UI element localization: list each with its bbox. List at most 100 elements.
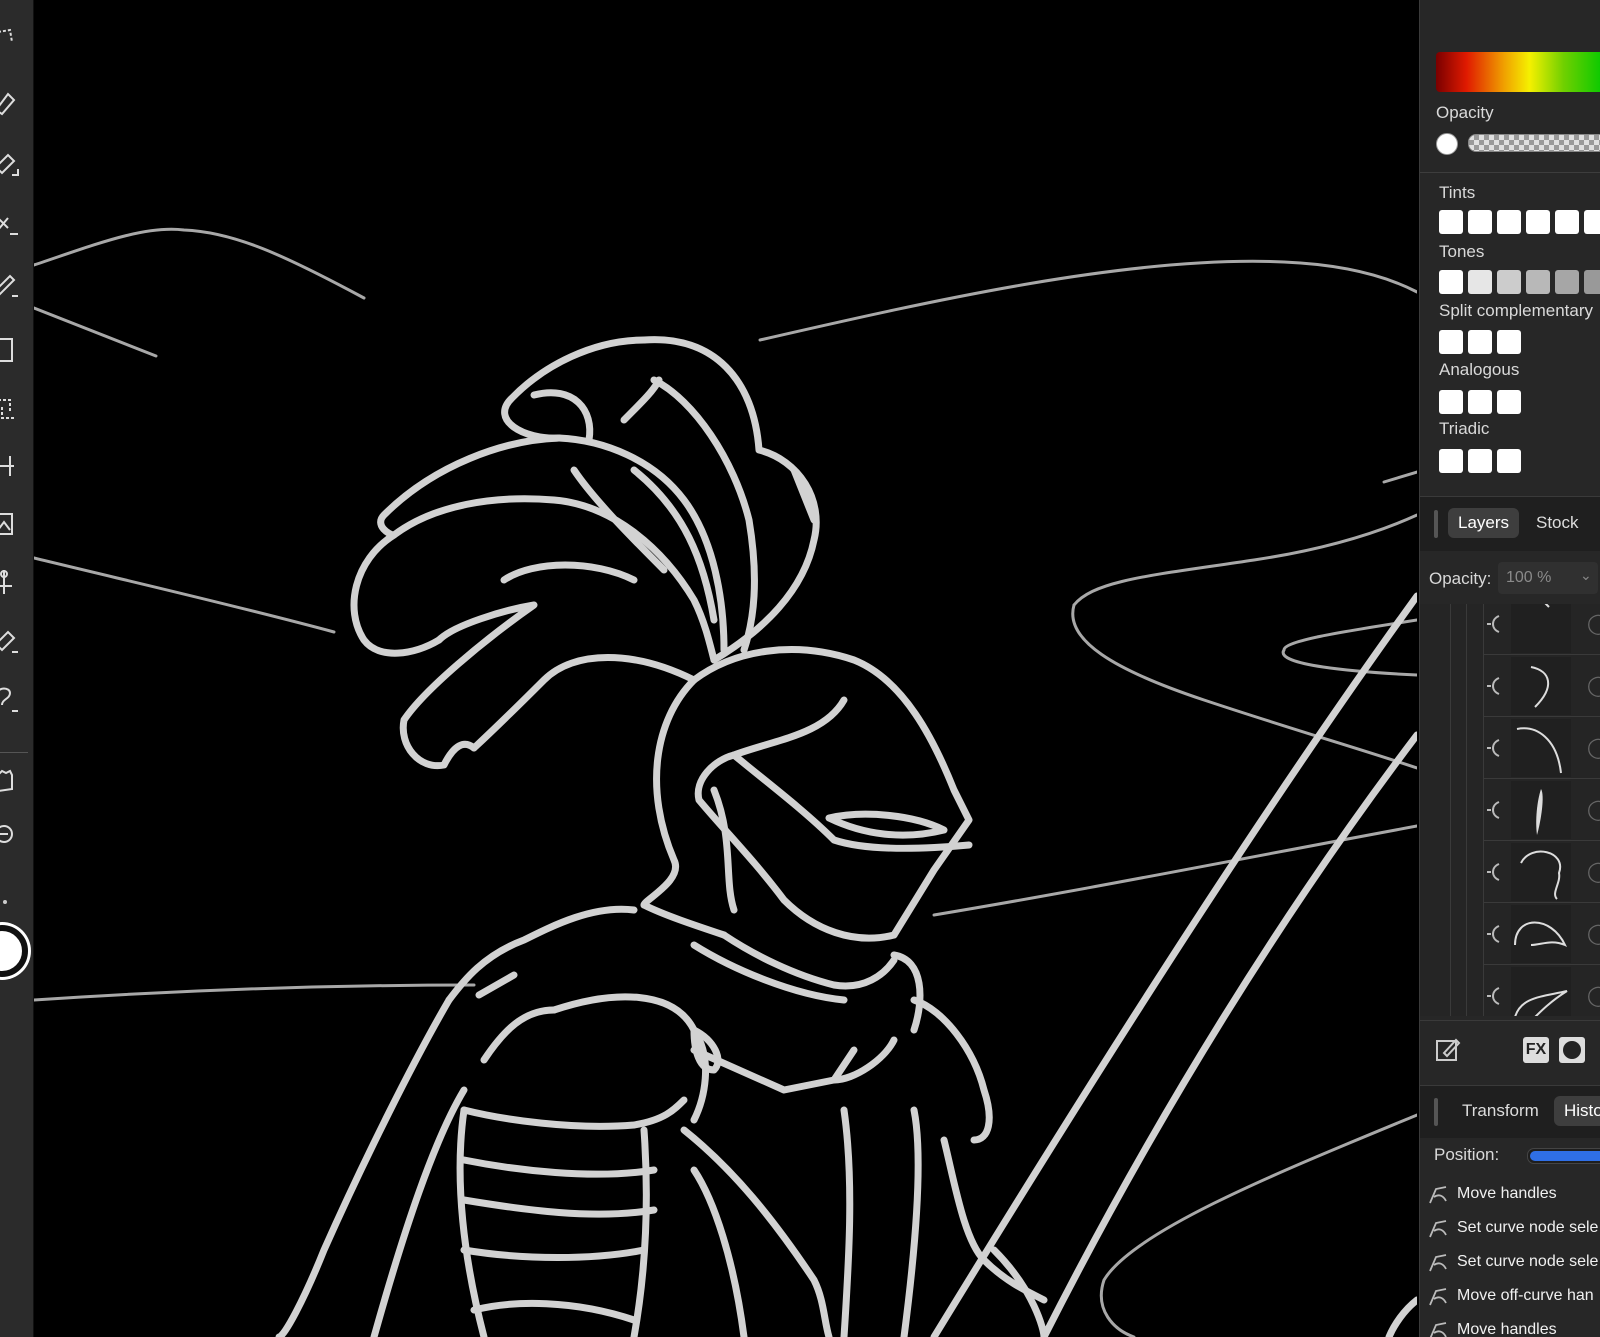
tones-label: Tones xyxy=(1439,242,1485,261)
vector-layer-icon xyxy=(1487,677,1500,695)
layers-footer: FX xyxy=(1420,1020,1600,1081)
frame-tool-icon[interactable] xyxy=(0,333,20,367)
analogous-label: Analogous xyxy=(1439,360,1520,379)
studio-panel: Opacity Tints Tones Split complementary … xyxy=(1419,0,1600,1337)
fill-tool-icon[interactable] xyxy=(0,683,20,717)
history-position-slider[interactable] xyxy=(1527,1148,1600,1164)
layer-opacity-value: 100 % xyxy=(1506,569,1552,586)
history-item[interactable]: Move off-curve han xyxy=(1420,1280,1600,1314)
tints-label: Tints xyxy=(1439,183,1476,202)
tab-layers[interactable]: Layers xyxy=(1448,508,1520,538)
history-item[interactable]: Move handles xyxy=(1420,1314,1600,1337)
layers-header: Layers Stock xyxy=(1420,496,1600,551)
opacity-handle[interactable] xyxy=(1436,133,1458,155)
image-tool-icon[interactable] xyxy=(0,508,20,542)
chevron-down-icon[interactable]: ⌄ xyxy=(1580,567,1592,584)
analogous-swatch[interactable] xyxy=(1468,390,1492,414)
visibility-icon[interactable]: ◯ xyxy=(1587,735,1600,760)
zoom-tool-icon[interactable] xyxy=(0,818,20,852)
visibility-icon[interactable]: ◯ xyxy=(1587,673,1600,698)
pencil-tool-icon[interactable] xyxy=(0,147,20,181)
layers-list[interactable]: ◯ ◯ ◯ ◯ ◯ ◯ ◯ xyxy=(1420,604,1600,1016)
split-swatch[interactable] xyxy=(1497,330,1521,354)
analogous-swatch[interactable] xyxy=(1439,390,1463,414)
crop-tool-icon[interactable] xyxy=(0,392,20,426)
opacity-label: Opacity xyxy=(1436,103,1494,122)
layer-row[interactable]: ◯ xyxy=(1483,654,1600,717)
hand-tool-icon[interactable] xyxy=(0,763,20,797)
history-item[interactable]: Set curve node sele xyxy=(1420,1246,1600,1280)
layer-row[interactable]: ◯ xyxy=(1483,778,1600,841)
layer-thumbnail xyxy=(1511,967,1571,1016)
visibility-icon[interactable]: ◯ xyxy=(1587,983,1600,1008)
split-swatch[interactable] xyxy=(1468,330,1492,354)
toolbar-separator xyxy=(0,752,28,753)
layer-thumbnail xyxy=(1511,781,1571,839)
visibility-icon[interactable]: ◯ xyxy=(1587,797,1600,822)
move-tool-icon[interactable] xyxy=(0,24,20,58)
small-dot-icon xyxy=(3,900,7,904)
layer-opacity-field[interactable]: 100 % ⌄ xyxy=(1498,562,1598,594)
history-list[interactable]: Move handles Set curve node sele Set curve… xyxy=(1420,1178,1600,1337)
artboard-tool-icon[interactable] xyxy=(0,450,20,484)
history-item-label: Move handles xyxy=(1457,1185,1557,1202)
tone-swatch[interactable] xyxy=(1439,270,1463,294)
layer-row[interactable]: ◯ xyxy=(1483,964,1600,1016)
tone-swatch[interactable] xyxy=(1555,270,1579,294)
history-item[interactable]: Move handles xyxy=(1420,1178,1600,1212)
panel-grip[interactable] xyxy=(1434,510,1438,538)
history-item-label: Set curve node sele xyxy=(1457,1219,1599,1236)
edit-layer-icon[interactable] xyxy=(1434,1035,1462,1063)
triadic-swatch[interactable] xyxy=(1468,449,1492,473)
tint-swatch[interactable] xyxy=(1584,210,1600,234)
brush-tool-icon[interactable] xyxy=(0,268,20,302)
mask-icon[interactable] xyxy=(1559,1037,1585,1063)
vector-layer-icon xyxy=(1487,863,1500,881)
node-edit-icon xyxy=(1429,1322,1447,1337)
color-divider xyxy=(1420,172,1600,173)
tab-history[interactable]: Histo xyxy=(1554,1096,1600,1126)
fx-icon[interactable]: FX xyxy=(1523,1037,1549,1063)
triadic-swatch[interactable] xyxy=(1497,449,1521,473)
history-item-label: Set curve node sele xyxy=(1457,1253,1599,1270)
tint-swatch[interactable] xyxy=(1497,210,1521,234)
node-edit-icon xyxy=(1429,1288,1447,1306)
tab-stock[interactable]: Stock xyxy=(1526,508,1589,538)
layer-row[interactable]: ◯ xyxy=(1483,716,1600,779)
node-tool-icon[interactable] xyxy=(0,566,20,600)
layer-opacity-label: Opacity: xyxy=(1429,569,1492,588)
opacity-slider[interactable] xyxy=(1468,134,1600,152)
tint-swatch[interactable] xyxy=(1526,210,1550,234)
color-well-icon[interactable] xyxy=(0,925,28,977)
history-position-label: Position: xyxy=(1434,1145,1500,1164)
history-item[interactable]: Set curve node sele xyxy=(1420,1212,1600,1246)
tone-swatch[interactable] xyxy=(1468,270,1492,294)
visibility-icon[interactable]: ◯ xyxy=(1587,859,1600,884)
color-spectrum[interactable] xyxy=(1436,52,1600,92)
vector-layer-icon xyxy=(1487,925,1500,943)
eraser-tool-icon[interactable] xyxy=(0,624,20,658)
vector-layer-icon xyxy=(1487,615,1500,633)
layer-row[interactable]: ◯ xyxy=(1483,840,1600,903)
history-item-label: Move off-curve han xyxy=(1457,1287,1594,1304)
layer-row[interactable]: ◯ xyxy=(1483,604,1600,655)
vector-brush-icon[interactable] xyxy=(0,208,20,242)
tint-swatch[interactable] xyxy=(1468,210,1492,234)
document-canvas[interactable] xyxy=(34,0,1417,1337)
triadic-swatch[interactable] xyxy=(1439,449,1463,473)
tab-transform[interactable]: Transform xyxy=(1452,1096,1549,1126)
visibility-icon[interactable]: ◯ xyxy=(1587,921,1600,946)
panel-grip-2[interactable] xyxy=(1434,1098,1438,1126)
layer-thumbnail xyxy=(1511,657,1571,715)
split-swatch[interactable] xyxy=(1439,330,1463,354)
analogous-swatch[interactable] xyxy=(1497,390,1521,414)
tone-swatch[interactable] xyxy=(1526,270,1550,294)
node-edit-icon xyxy=(1429,1186,1447,1204)
layer-row[interactable]: ◯ xyxy=(1483,902,1600,965)
visibility-icon[interactable]: ◯ xyxy=(1587,611,1600,636)
tone-swatch[interactable] xyxy=(1584,270,1600,294)
tint-swatch[interactable] xyxy=(1555,210,1579,234)
tint-swatch[interactable] xyxy=(1439,210,1463,234)
pen-tool-icon[interactable] xyxy=(0,86,20,120)
tone-swatch[interactable] xyxy=(1497,270,1521,294)
